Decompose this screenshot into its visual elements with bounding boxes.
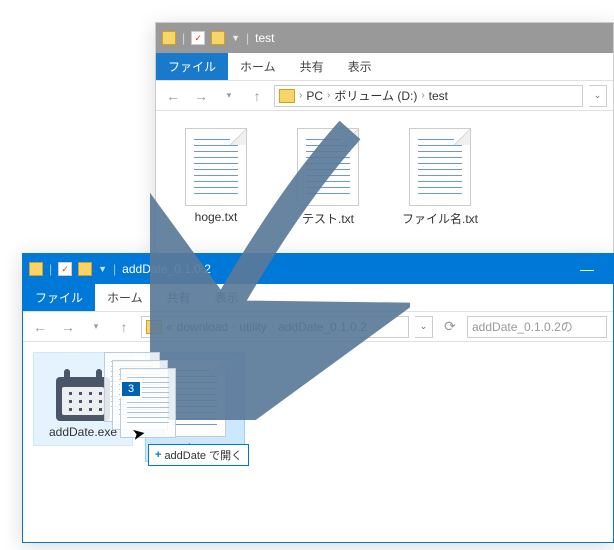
- chevron-right-icon[interactable]: ›: [299, 90, 302, 101]
- text-file-icon: [409, 128, 471, 206]
- window-title: addDate_0.1.0.2: [122, 262, 211, 276]
- tab-file[interactable]: ファイル: [23, 284, 95, 311]
- breadcrumb-overflow[interactable]: «: [166, 320, 173, 334]
- tab-home[interactable]: ホーム: [228, 53, 288, 80]
- file-item-exe[interactable]: addDate.exe: [33, 352, 133, 446]
- caption-buttons: —: [567, 254, 607, 284]
- nav-history-dropdown[interactable]: ▾: [218, 85, 240, 107]
- file-item[interactable]: readme.txt: [145, 352, 245, 462]
- ribbon-tabs: ファイル ホーム 共有 表示: [23, 284, 613, 312]
- nav-forward-button[interactable]: →: [57, 316, 79, 338]
- qat-checkbox-icon[interactable]: ✓: [58, 262, 72, 276]
- qat-folder-icon[interactable]: [78, 262, 92, 276]
- file-label: addDate.exe: [49, 425, 117, 439]
- nav-history-dropdown[interactable]: ▾: [85, 316, 107, 338]
- qat-dropdown-icon[interactable]: ▼: [98, 264, 107, 274]
- qat-folder-icon[interactable]: [211, 31, 225, 45]
- address-bar: ← → ▾ ↑ « download › utility › addDate_0…: [23, 312, 613, 342]
- separator: |: [49, 262, 52, 276]
- nav-back-button[interactable]: ←: [29, 316, 51, 338]
- nav-forward-button[interactable]: →: [190, 85, 212, 107]
- ribbon-tabs: ファイル ホーム 共有 表示: [156, 53, 613, 81]
- breadcrumb-segment[interactable]: download: [177, 320, 228, 334]
- folder-icon: [146, 320, 162, 334]
- file-label: テスト.txt: [302, 210, 354, 227]
- chevron-right-icon[interactable]: ›: [327, 90, 330, 101]
- file-label: readme.txt: [167, 441, 224, 455]
- folder-icon: [279, 89, 295, 103]
- folder-icon: [162, 31, 176, 45]
- breadcrumb-bar[interactable]: « download › utility › addDate_0.1.0.2: [141, 316, 409, 338]
- calendar-app-icon: [52, 359, 114, 421]
- explorer-window-source[interactable]: | ✓ ▼ | test ファイル ホーム 共有 表示 ← → ▾ ↑ › PC…: [155, 22, 614, 262]
- file-item[interactable]: hoge.txt: [166, 121, 266, 231]
- breadcrumb-segment[interactable]: utility: [239, 320, 266, 334]
- file-list[interactable]: hoge.txt テスト.txt ファイル名.txt: [156, 111, 613, 244]
- chevron-right-icon[interactable]: ›: [232, 321, 235, 332]
- tab-view[interactable]: 表示: [203, 284, 251, 311]
- tab-share[interactable]: 共有: [155, 284, 203, 311]
- refresh-button[interactable]: ⟳: [439, 316, 461, 338]
- qat-dropdown-icon[interactable]: ▼: [231, 33, 240, 43]
- folder-icon: [29, 262, 43, 276]
- tab-file[interactable]: ファイル: [156, 53, 228, 80]
- qat-checkbox-icon[interactable]: ✓: [191, 31, 205, 45]
- nav-up-button[interactable]: ↑: [113, 316, 135, 338]
- address-dropdown[interactable]: ⌄: [415, 316, 433, 338]
- window-title: test: [255, 31, 274, 45]
- file-item[interactable]: テスト.txt: [278, 121, 378, 234]
- tab-home[interactable]: ホーム: [95, 284, 155, 311]
- tab-share[interactable]: 共有: [288, 53, 336, 80]
- address-dropdown[interactable]: ⌄: [589, 85, 607, 107]
- breadcrumb-segment[interactable]: test: [429, 89, 448, 103]
- tab-view[interactable]: 表示: [336, 53, 384, 80]
- chevron-right-icon[interactable]: ›: [421, 90, 424, 101]
- minimize-button[interactable]: —: [567, 254, 607, 284]
- text-file-icon: [164, 359, 226, 437]
- text-file-icon: [185, 128, 247, 206]
- titlebar[interactable]: | ✓ ▼ | test: [156, 23, 613, 53]
- search-input[interactable]: addDate_0.1.0.2の: [467, 316, 607, 338]
- explorer-window-target[interactable]: | ✓ ▼ | addDate_0.1.0.2 — ファイル ホーム 共有 表示…: [22, 253, 614, 543]
- file-list[interactable]: addDate.exe readme.txt: [23, 342, 613, 472]
- breadcrumb-bar[interactable]: › PC › ボリューム (D:) › test: [274, 85, 583, 107]
- text-file-icon: [297, 128, 359, 206]
- separator: |: [246, 31, 249, 45]
- breadcrumb-segment[interactable]: PC: [306, 89, 323, 103]
- address-bar: ← → ▾ ↑ › PC › ボリューム (D:) › test ⌄: [156, 81, 613, 111]
- file-label: ファイル名.txt: [402, 210, 478, 227]
- breadcrumb-segment[interactable]: ボリューム (D:): [334, 87, 417, 104]
- titlebar[interactable]: | ✓ ▼ | addDate_0.1.0.2 —: [23, 254, 613, 284]
- file-item[interactable]: ファイル名.txt: [390, 121, 490, 234]
- file-label: hoge.txt: [195, 210, 238, 224]
- nav-back-button[interactable]: ←: [162, 85, 184, 107]
- breadcrumb-segment[interactable]: addDate_0.1.0.2: [278, 320, 367, 334]
- separator: |: [113, 262, 116, 276]
- separator: |: [182, 31, 185, 45]
- chevron-right-icon[interactable]: ›: [271, 321, 274, 332]
- nav-up-button[interactable]: ↑: [246, 85, 268, 107]
